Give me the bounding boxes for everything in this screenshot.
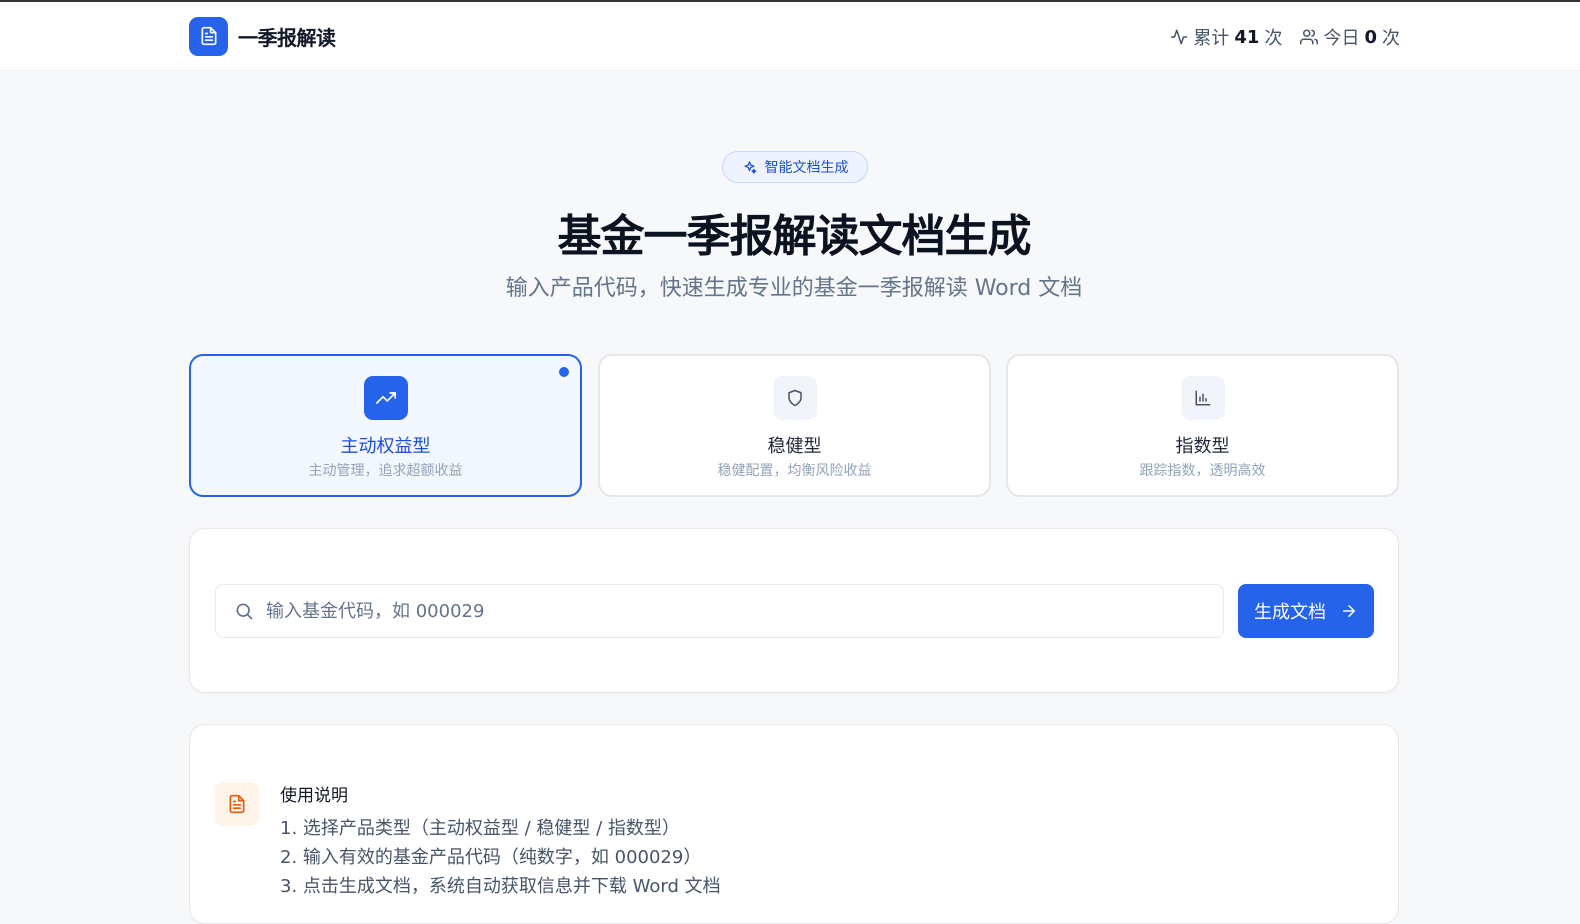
today-count-unit: 次 [1382,28,1400,49]
brand[interactable]: 一季报解读 [189,16,336,56]
type-card-desc: 跟踪指数，透明高效 [1139,463,1266,479]
selected-indicator [559,367,569,377]
today-count-stat: 今日 0 次 [1300,24,1400,50]
activity-icon [1171,29,1188,45]
generate-document-button[interactable]: 生成文档 [1238,584,1374,638]
users-icon [1300,29,1319,45]
usage-stats: 累计 41 次 今日 0 次 [1152,24,1400,50]
total-count-value: 41 [1234,26,1260,48]
total-count-stat: 累计 41 次 [1170,24,1282,50]
page-title: 基金一季报解读文档生成 [557,211,1032,262]
sparkles-icon [744,160,756,174]
bar-chart-icon [1180,376,1225,420]
total-count-unit: 次 [1264,28,1283,49]
page-subtitle: 输入产品代码，快速生成专业的基金一季报解读 Word 文档 [505,276,1083,301]
instruction-item: 1. 选择产品类型（主动权益型 / 稳健型 / 指数型） [280,818,680,839]
instruction-item: 3. 点击生成文档，系统自动获取信息并下载 Word 文档 [280,876,721,897]
instructions-panel: 使用说明 1. 选择产品类型（主动权益型 / 稳健型 / 指数型） 2. 输入有… [189,724,1399,924]
type-card-name: 稳健型 [767,436,822,457]
fund-code-field[interactable] [215,584,1224,638]
type-card-name: 主动权益型 [340,436,431,457]
search-icon [236,603,253,620]
top-bar: 一季报解读 累计 41 次 今日 0 次 [0,0,1580,71]
today-count-value: 0 [1364,26,1377,48]
shield-icon [772,376,817,420]
document-icon [189,16,228,56]
arrow-right-icon [1343,605,1355,617]
instructions-list: 1. 选择产品类型（主动权益型 / 稳健型 / 指数型） 2. 输入有效的基金产… [280,814,721,901]
generate-button-label: 生成文档 [1254,602,1326,623]
file-text-icon [215,782,259,826]
type-card-index[interactable]: 指数型 跟踪指数，透明高效 [1006,354,1399,497]
type-card-desc: 主动管理，追求超额收益 [308,463,463,479]
trending-up-icon [363,376,408,420]
total-count-label: 累计 [1193,28,1230,49]
type-card-balanced[interactable]: 稳健型 稳健配置，均衡风险收益 [598,354,991,497]
feature-badge: 智能文档生成 [722,151,868,183]
type-card-desc: 稳健配置，均衡风险收益 [717,463,872,479]
today-count-label: 今日 [1323,28,1360,49]
fund-code-input[interactable] [266,600,1166,622]
type-card-name: 指数型 [1175,436,1230,457]
type-card-active-equity[interactable]: 主动权益型 主动管理，追求超额收益 [189,354,582,497]
instructions-title: 使用说明 [280,786,348,806]
badge-label: 智能文档生成 [764,160,849,176]
instruction-item: 2. 输入有效的基金产品代码（纯数字，如 000029） [280,847,702,868]
search-panel: 生成文档 [189,528,1399,693]
app-title: 一季报解读 [238,25,336,50]
